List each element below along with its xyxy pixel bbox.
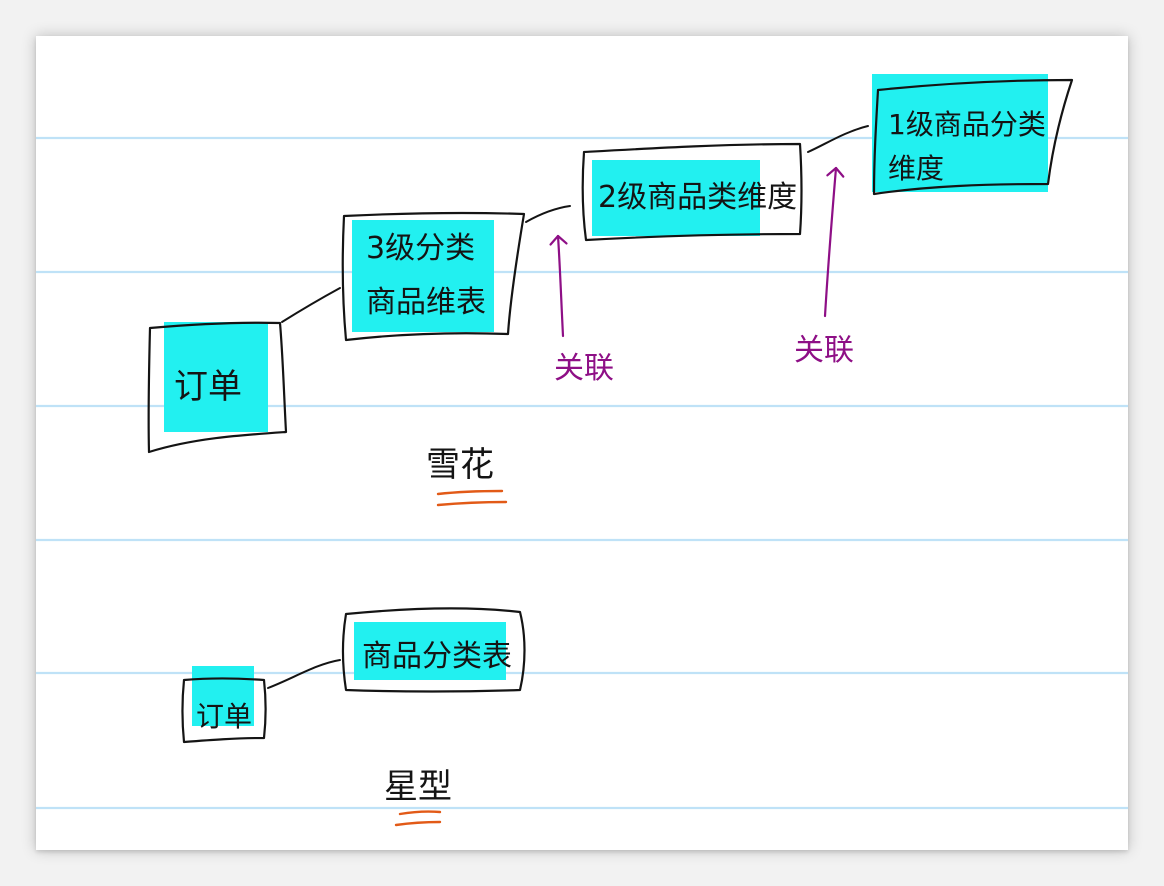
orange-underline bbox=[436, 500, 508, 507]
star-model-label-group: 星型 bbox=[384, 767, 452, 827]
fact-table-order-label: 订单 bbox=[174, 367, 242, 407]
relation-arrow-1-label: 关联 bbox=[554, 351, 614, 386]
arrow-up-icon bbox=[549, 234, 568, 338]
star-schema: 订单 商品分类表 星型 bbox=[181, 607, 526, 827]
category-dim-label: 商品分类表 bbox=[362, 639, 512, 674]
category-dim-box: 商品分类表 bbox=[341, 607, 526, 693]
paper-sheet: 订单 3级分类 商品维表 2级商品类维度 1级商品分类 维度 关联 关联 雪花 … bbox=[36, 36, 1128, 850]
connector-order-to-level3 bbox=[281, 287, 341, 323]
level3-dim-label-line2: 商品维表 bbox=[366, 285, 486, 320]
level2-category-dim-box: 2级商品类维度 bbox=[581, 142, 803, 242]
level3-category-dim-box: 3级分类 商品维表 bbox=[341, 211, 526, 342]
level1-dim-label-line1: 1级商品分类 bbox=[888, 108, 1046, 141]
snowflake-model-label: 雪花 bbox=[426, 445, 494, 485]
relation-arrow-2-label: 关联 bbox=[794, 333, 854, 368]
fact-table-order-label: 订单 bbox=[196, 700, 252, 733]
connector-level3-to-level2 bbox=[525, 205, 571, 223]
snowflake-model-label-group: 雪花 bbox=[426, 445, 508, 507]
relation-arrow-1: 关联 bbox=[549, 234, 614, 386]
level1-category-dim-box: 1级商品分类 维度 bbox=[872, 74, 1074, 196]
whiteboard-canvas: 订单 3级分类 商品维表 2级商品类维度 1级商品分类 维度 关联 关联 雪花 … bbox=[36, 74, 1128, 827]
fact-table-order-box: 订单 bbox=[147, 321, 288, 454]
level1-dim-label-line2: 维度 bbox=[888, 152, 944, 185]
relation-arrow-2: 关联 bbox=[794, 166, 854, 368]
level3-dim-label-line1: 3级分类 bbox=[366, 231, 475, 266]
level2-dim-label: 2级商品类维度 bbox=[598, 180, 797, 215]
fact-table-order-box: 订单 bbox=[181, 666, 267, 744]
star-model-label: 星型 bbox=[384, 767, 452, 807]
orange-underline bbox=[394, 820, 442, 827]
arrow-up-icon bbox=[823, 166, 845, 318]
orange-underline bbox=[436, 489, 504, 496]
orange-underline bbox=[398, 810, 442, 816]
